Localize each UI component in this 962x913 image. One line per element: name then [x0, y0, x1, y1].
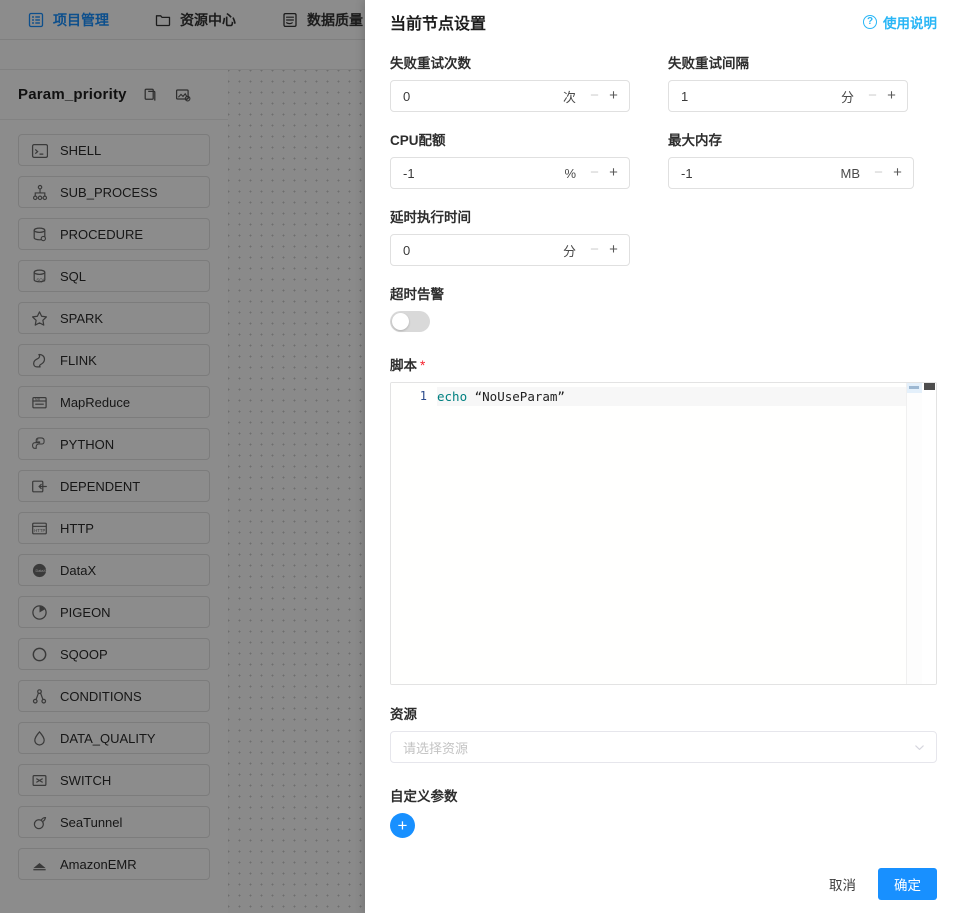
confirm-button[interactable]: 确定	[878, 868, 937, 900]
delay-time-value[interactable]: 0	[403, 243, 563, 258]
chevron-down-icon	[915, 744, 924, 750]
question-circle-icon: ?	[863, 15, 877, 29]
field-label: 失败重试间隔	[668, 56, 749, 71]
minimap-slider[interactable]	[907, 383, 922, 393]
increment-icon[interactable]: +	[891, 165, 904, 180]
field-max-memory: 最大内存 -1 MB − +	[668, 129, 914, 189]
help-label: 使用说明	[883, 16, 937, 31]
cancel-button[interactable]: 取消	[821, 869, 864, 899]
field-timeout-alarm: 超时告警	[390, 283, 937, 332]
increment-icon[interactable]: +	[885, 88, 898, 103]
delay-time-unit: 分	[562, 243, 576, 259]
field-label: 失败重试次数	[390, 56, 471, 71]
max-memory-unit: MB	[840, 165, 861, 181]
field-label: 资源	[390, 707, 417, 722]
editor-vertical-scrollbar[interactable]	[922, 383, 936, 684]
increment-icon[interactable]: +	[607, 165, 620, 180]
field-label: 超时告警	[390, 287, 444, 302]
cpu-quota-stepper[interactable]: -1 % − +	[390, 157, 630, 189]
toggle-knob	[392, 313, 409, 330]
field-delay-time: 延时执行时间 0 分 − +	[390, 206, 630, 266]
retry-times-unit: 次	[562, 89, 576, 105]
decrement-icon[interactable]: −	[588, 88, 601, 103]
script-code-editor[interactable]: 1 echo “NoUseParam”	[390, 382, 937, 685]
node-settings-drawer: 当前节点设置 ? 使用说明 失败重试次数 0 次 − + 失败重试间隔 1 分 …	[365, 0, 962, 913]
resource-select[interactable]: 请选择资源	[390, 731, 937, 763]
field-custom-params: 自定义参数 +	[390, 785, 937, 838]
decrement-icon[interactable]: −	[588, 165, 601, 180]
field-label: 脚本 *	[390, 354, 937, 374]
code-line-1[interactable]: echo “NoUseParam”	[437, 387, 906, 406]
field-label: 最大内存	[668, 133, 722, 148]
form-row-delay-spacer	[668, 206, 908, 283]
increment-icon[interactable]: +	[607, 242, 620, 257]
max-memory-stepper[interactable]: -1 MB − +	[668, 157, 914, 189]
scrollbar-thumb[interactable]	[924, 383, 935, 390]
minimap-line	[909, 386, 919, 389]
field-label: 自定义参数	[390, 789, 458, 804]
form-row-retry: 失败重试次数 0 次 − + 失败重试间隔 1 分 − +	[390, 52, 937, 129]
field-cpu-quota: CPU配额 -1 % − +	[390, 129, 630, 189]
editor-minimap[interactable]	[906, 383, 922, 684]
drawer-header: 当前节点设置 ? 使用说明	[365, 0, 962, 44]
required-marker: *	[420, 358, 426, 373]
drawer-body: 失败重试次数 0 次 − + 失败重试间隔 1 分 − + CPU配额 -1 %…	[365, 44, 962, 855]
timeout-alarm-toggle[interactable]	[390, 311, 430, 332]
plus-icon: +	[397, 816, 408, 835]
field-resource: 资源 请选择资源	[390, 703, 937, 763]
code-string: “NoUseParam”	[467, 389, 565, 404]
decrement-icon[interactable]: −	[866, 88, 879, 103]
code-keyword: echo	[437, 389, 468, 404]
max-memory-value[interactable]: -1	[681, 166, 841, 181]
retry-times-stepper[interactable]: 0 次 − +	[390, 80, 630, 112]
retry-interval-stepper[interactable]: 1 分 − +	[668, 80, 908, 112]
decrement-icon[interactable]: −	[872, 165, 885, 180]
editor-gutter: 1	[391, 383, 437, 684]
add-custom-param-button[interactable]: +	[390, 813, 415, 838]
cpu-quota-value[interactable]: -1	[403, 166, 564, 181]
drawer-footer: 取消 确定	[365, 855, 962, 913]
delay-time-stepper[interactable]: 0 分 − +	[390, 234, 630, 266]
field-label: 延时执行时间	[390, 210, 471, 225]
increment-icon[interactable]: +	[607, 88, 620, 103]
help-link[interactable]: ? 使用说明	[863, 12, 937, 32]
retry-times-value[interactable]: 0	[403, 89, 563, 104]
field-retry-times: 失败重试次数 0 次 − +	[390, 52, 630, 112]
field-label: CPU配额	[390, 133, 446, 148]
retry-interval-value[interactable]: 1	[681, 89, 841, 104]
resource-placeholder: 请选择资源	[403, 740, 469, 756]
field-script: 脚本 * 1 echo “NoUseParam”	[390, 354, 937, 685]
drawer-title: 当前节点设置	[390, 16, 487, 33]
line-number: 1	[419, 389, 427, 403]
form-row-resources: CPU配额 -1 % − + 最大内存 -1 MB − +	[390, 129, 937, 206]
cpu-quota-unit: %	[564, 165, 576, 181]
field-retry-interval: 失败重试间隔 1 分 − +	[668, 52, 908, 112]
retry-interval-unit: 分	[840, 89, 854, 105]
script-label-text: 脚本	[390, 358, 417, 373]
editor-code-area[interactable]: echo “NoUseParam”	[437, 383, 906, 684]
form-row-delay: 延时执行时间 0 分 − +	[390, 206, 937, 283]
decrement-icon[interactable]: −	[588, 242, 601, 257]
